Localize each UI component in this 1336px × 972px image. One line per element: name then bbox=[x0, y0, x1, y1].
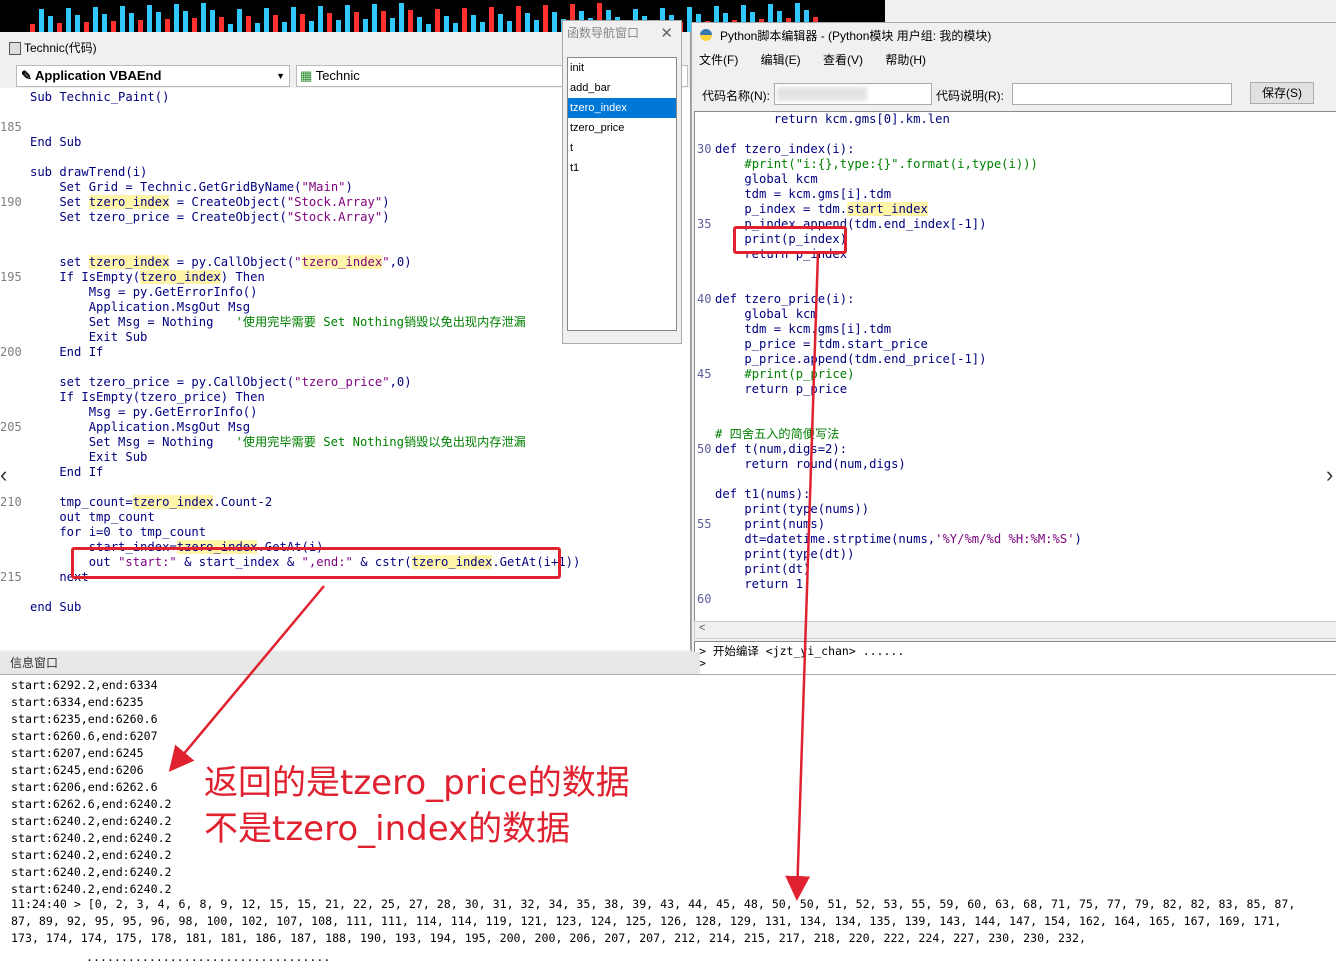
annotation-note: 返回的是tzero_price的数据 不是tzero_index的数据 bbox=[204, 760, 630, 852]
annotation-arrows bbox=[168, 251, 820, 901]
annotation-line2: 不是tzero_index的数据 bbox=[204, 809, 571, 849]
arrow-to-output bbox=[168, 585, 325, 772]
arrow-to-array bbox=[785, 251, 820, 901]
annotation-line1: 返回的是tzero_price的数据 bbox=[204, 763, 630, 803]
